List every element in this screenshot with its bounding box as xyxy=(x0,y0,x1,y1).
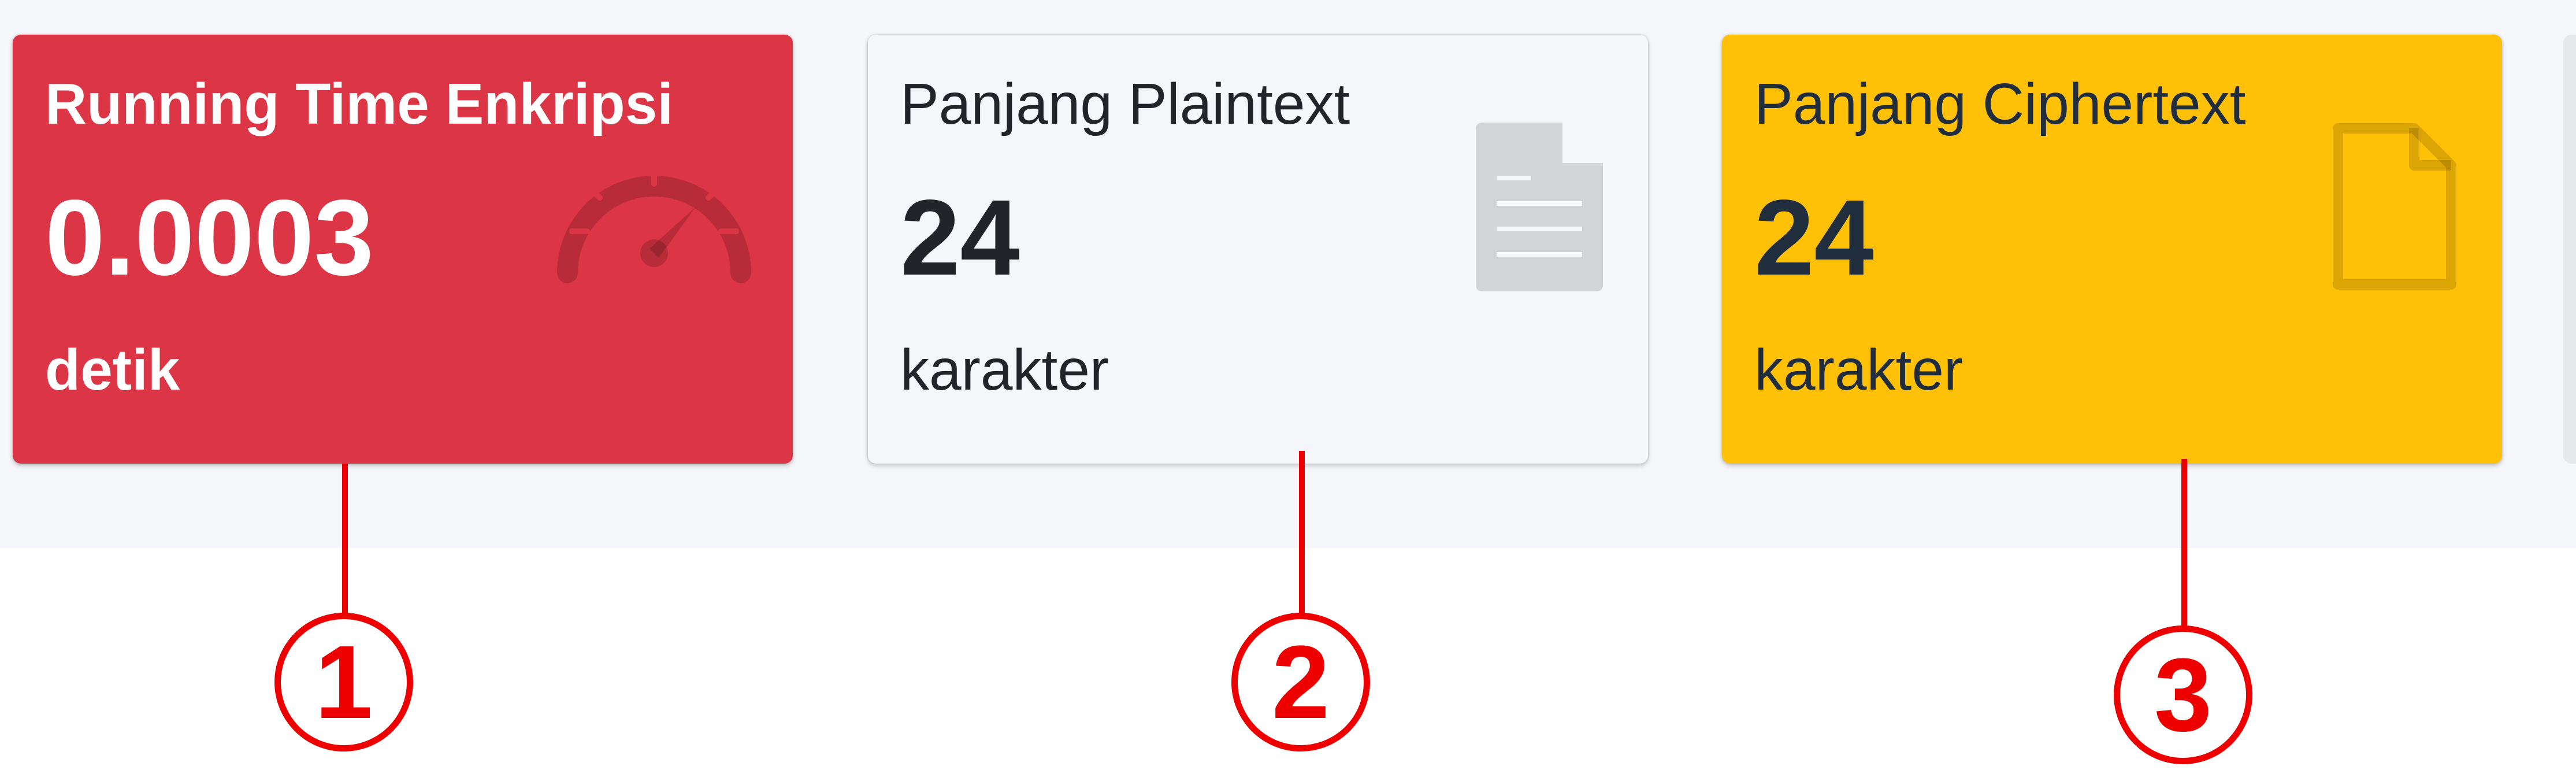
callout-marker-2: 2 xyxy=(1231,613,1370,752)
file-icon xyxy=(2333,123,2456,290)
plaintext-length-card: Panjang Plaintext 24 karakter xyxy=(868,35,1648,464)
card-value: 0.0003 xyxy=(45,178,374,298)
card-unit: karakter xyxy=(900,338,1109,402)
callout-line xyxy=(2181,459,2187,627)
card-value: 24 xyxy=(1754,178,1874,298)
card-unit: karakter xyxy=(1754,338,1963,402)
card-title: Panjang Plaintext xyxy=(900,72,1350,136)
ciphertext-length-card: Panjang Ciphertext 24 karakter xyxy=(1722,35,2502,464)
file-text-icon xyxy=(1476,123,1603,291)
callout-line xyxy=(342,464,348,614)
stats-panel: Running Time Enkripsi 0.0003 detik Panja… xyxy=(0,0,2576,548)
speedometer-icon xyxy=(557,166,751,283)
card-title: Panjang Ciphertext xyxy=(1754,72,2246,136)
callout-marker-1: 1 xyxy=(274,613,413,752)
card-value: 24 xyxy=(900,178,1020,298)
running-time-card: Running Time Enkripsi 0.0003 detik xyxy=(13,35,793,464)
callout-line xyxy=(1299,451,1305,614)
callout-marker-3: 3 xyxy=(2114,625,2252,764)
next-card-edge xyxy=(2563,35,2576,464)
card-unit: detik xyxy=(45,338,180,402)
